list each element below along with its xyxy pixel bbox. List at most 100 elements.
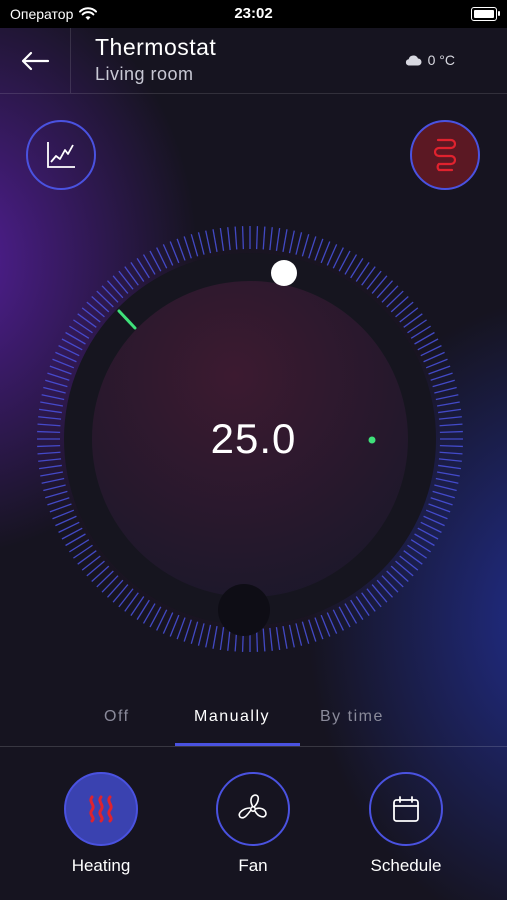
dial-tick	[366, 270, 382, 290]
dial-tick	[86, 560, 105, 577]
header: Thermostat Living room 0 °C	[0, 28, 507, 94]
dial-tick	[295, 623, 303, 646]
dial-tick	[101, 285, 119, 303]
dial-tick	[320, 241, 331, 264]
dial-tick	[432, 379, 455, 388]
dial-tick	[435, 477, 459, 484]
dial-tick	[45, 490, 68, 499]
dial-tick	[438, 408, 462, 414]
temperature-slider-knob[interactable]	[271, 260, 297, 286]
schedule-label: Schedule	[370, 856, 442, 875]
dial-tick	[371, 584, 388, 603]
dial-tick	[118, 270, 134, 290]
dial-tick	[52, 358, 75, 369]
dial-tick	[381, 575, 399, 593]
mode-tabs: Off Manually By time	[0, 690, 507, 747]
dial-tick	[399, 307, 419, 323]
dial-tick	[47, 497, 70, 506]
radiator-coil-icon	[434, 138, 456, 172]
dial-tick	[308, 236, 317, 259]
dial-tick	[399, 555, 419, 571]
dial-tick	[282, 625, 288, 649]
dial-tick	[38, 464, 62, 470]
dial-tick	[96, 290, 114, 308]
dial-tick	[430, 372, 453, 381]
dial-tick	[176, 617, 186, 640]
dial-tick	[106, 280, 124, 299]
dial-tick	[390, 565, 409, 583]
dial-tick	[326, 612, 338, 634]
dial-tick	[432, 490, 455, 499]
active-tab-indicator	[175, 743, 300, 746]
dial-tick	[428, 365, 451, 375]
tab-by-time[interactable]: By time	[320, 708, 384, 726]
dial-tick	[301, 621, 310, 644]
dial-tick	[205, 624, 212, 648]
dial-tick	[212, 625, 218, 649]
dial-tick	[162, 244, 174, 266]
dial-tick	[423, 351, 445, 363]
dial-tick	[376, 280, 394, 299]
chart-icon	[47, 142, 75, 168]
dial-tick	[390, 295, 409, 313]
tab-off[interactable]: Off	[104, 708, 130, 726]
dial-tick	[190, 234, 199, 257]
dial-tick	[49, 503, 72, 513]
heater-status-button[interactable]	[410, 120, 480, 190]
fan-icon	[238, 794, 267, 819]
dial-tick	[314, 617, 324, 640]
dial-tick	[295, 232, 303, 255]
dial-tick	[47, 372, 70, 381]
dial-tick	[101, 575, 119, 593]
dial-tick	[269, 227, 273, 251]
dial-tick	[425, 509, 448, 520]
dial-tick	[41, 394, 65, 401]
dial-tick	[183, 619, 192, 642]
dial-tick	[275, 227, 281, 251]
dial-tick	[386, 290, 404, 308]
dial-tick	[227, 227, 231, 251]
dial-tick	[212, 229, 218, 253]
dial-tick	[219, 227, 225, 251]
fan-button[interactable]	[216, 772, 290, 846]
heating-button[interactable]	[64, 772, 138, 846]
dial-tick	[96, 570, 114, 588]
dial-tick	[371, 275, 388, 294]
dial-tick	[262, 628, 266, 652]
dial-tick	[91, 565, 110, 583]
battery-icon	[471, 7, 500, 21]
outdoor-temperature: 0 °C	[427, 52, 455, 68]
dial-tick	[438, 464, 462, 470]
tab-manually[interactable]: Manually	[194, 708, 270, 726]
dial-tick	[190, 621, 199, 644]
dial-tick	[255, 226, 259, 250]
dial-tick	[320, 614, 331, 637]
dial-tick	[176, 238, 186, 261]
dial-tick	[308, 619, 317, 642]
dial-tick	[386, 570, 404, 588]
dial-tick	[45, 379, 68, 388]
dial-tick	[162, 612, 174, 634]
arrow-left-icon	[21, 51, 50, 70]
dial-tick	[262, 226, 266, 250]
weather-readout: 0 °C	[404, 52, 455, 68]
dial-tick	[49, 365, 72, 375]
dial-tick	[301, 234, 310, 257]
dial-tick	[275, 627, 281, 651]
dial-tick	[43, 484, 66, 492]
schedule-button[interactable]	[369, 772, 443, 846]
dial-tick	[86, 301, 105, 318]
statistics-button[interactable]	[26, 120, 96, 190]
dial-tick	[91, 295, 110, 313]
page-title: Thermostat	[95, 34, 217, 60]
dial-tick	[434, 484, 457, 492]
target-temperature: 25.0	[210, 415, 297, 462]
dial-tick	[40, 471, 64, 477]
dial-bottom-notch	[218, 584, 270, 636]
dial-tick	[106, 579, 124, 598]
room-name: Living room	[95, 64, 194, 84]
dial-tick	[269, 627, 273, 651]
back-button[interactable]	[0, 28, 71, 93]
dial-tick	[169, 241, 180, 264]
dial-tick	[55, 351, 77, 363]
